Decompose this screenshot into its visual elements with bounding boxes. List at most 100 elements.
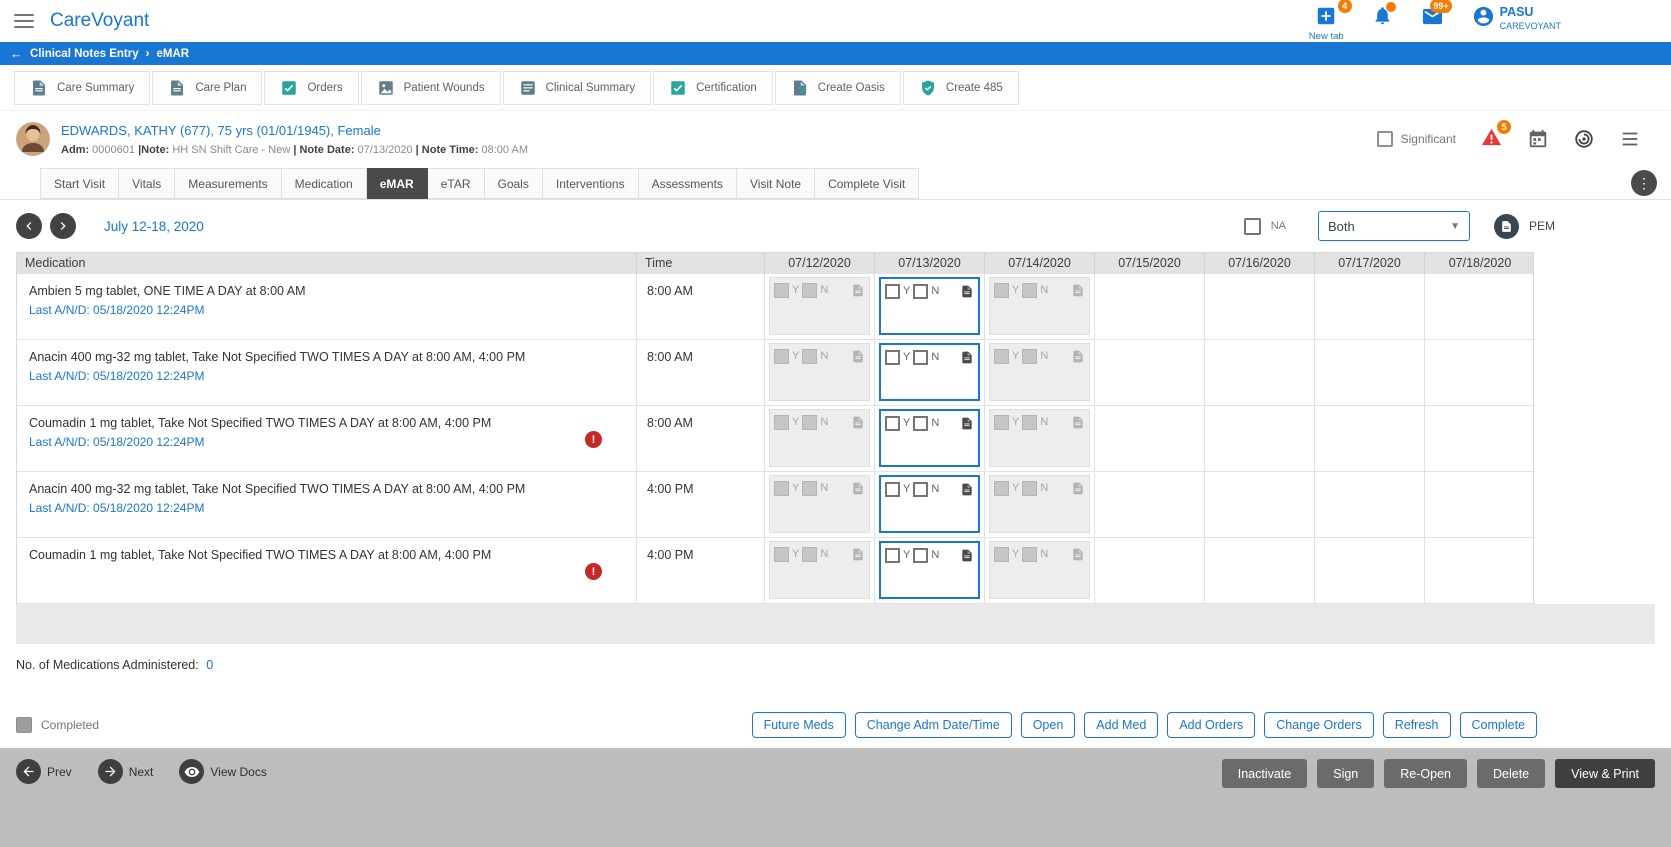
pem-button[interactable] <box>1493 213 1519 239</box>
day-cell-07-18-2020 <box>1425 406 1535 472</box>
administered-no-checkbox[interactable] <box>913 284 929 299</box>
messages-button[interactable]: 99+ <box>1421 0 1452 31</box>
tab-medication[interactable]: Medication <box>281 168 367 199</box>
care-summary-button[interactable]: Care Summary <box>14 70 151 105</box>
change-orders-button[interactable]: Change Orders <box>1264 712 1374 738</box>
menu-lines-icon[interactable] <box>1619 128 1641 150</box>
view-print-button[interactable]: View & Print <box>1555 759 1655 788</box>
prev-button[interactable]: Prev <box>16 759 72 784</box>
document-icon[interactable] <box>960 284 974 299</box>
administered-yes-checkbox[interactable] <box>885 416 900 431</box>
next-week-button[interactable] <box>50 213 76 239</box>
user-org: CAREVOYANT <box>1499 21 1561 31</box>
patient-detail-value: HH SN Shift Care - New <box>172 143 294 156</box>
orders-button[interactable]: Orders <box>264 70 359 105</box>
no-label: N <box>820 416 829 428</box>
last-and-link[interactable]: Last A/N/D: 05/18/2020 12:24PM <box>29 303 624 317</box>
schedule-grid-icon[interactable] <box>1527 128 1549 150</box>
tab-assessments[interactable]: Assessments <box>638 168 737 199</box>
administered-yes-checkbox[interactable] <box>885 350 900 365</box>
new-tab-button[interactable]: 4 New tab <box>1309 0 1352 42</box>
last-and-link[interactable]: Last A/N/D: 05/18/2020 12:24PM <box>29 369 624 383</box>
tab-complete-visit[interactable]: Complete Visit <box>815 168 920 199</box>
tab-visit-note[interactable]: Visit Note <box>736 168 816 199</box>
create-oasis-label: Create Oasis <box>817 81 885 94</box>
administration-box: YN <box>769 409 870 467</box>
administered-yes-checkbox <box>994 481 1009 496</box>
next-button[interactable]: Next <box>97 759 153 784</box>
add-med-button[interactable]: Add Med <box>1084 712 1159 738</box>
administered-no-checkbox <box>1022 547 1038 562</box>
re-open-button[interactable]: Re-Open <box>1384 759 1467 788</box>
patient-wounds-button[interactable]: Patient Wounds <box>360 70 501 105</box>
administered-no-checkbox <box>1022 283 1038 298</box>
clinical-summary-button[interactable]: Clinical Summary <box>502 70 652 105</box>
column-header-07-18-2020: 07/18/2020 <box>1448 256 1512 270</box>
document-icon[interactable] <box>960 416 974 431</box>
tab-vitals[interactable]: Vitals <box>119 168 176 199</box>
tab-etar[interactable]: eTAR <box>427 168 485 199</box>
change-adm-date-time-button[interactable]: Change Adm Date/Time <box>854 712 1012 738</box>
alerts-button[interactable]: 5 <box>1480 120 1511 152</box>
last-and-link[interactable]: Last A/N/D: 05/18/2020 12:24PM <box>29 501 624 515</box>
administered-no-checkbox[interactable] <box>913 416 929 431</box>
notifications-button[interactable] <box>1372 2 1396 29</box>
more-options-button[interactable]: ⋮ <box>1631 170 1657 196</box>
create-485-button[interactable]: Create 485 <box>902 70 1019 105</box>
care-plan-button[interactable]: Care Plan <box>152 70 263 105</box>
administered-yes-checkbox[interactable] <box>885 548 900 563</box>
administration-box[interactable]: YN <box>879 409 980 467</box>
bottom-bar: Prev Next View Docs Inactivate Sign Re-Open D… <box>0 748 1671 847</box>
refresh-button[interactable]: Refresh <box>1382 712 1451 738</box>
document-icon[interactable] <box>960 350 974 365</box>
na-checkbox[interactable] <box>1243 217 1261 235</box>
medication-name: Ambien 5 mg tablet, ONE TIME A DAY at 8:… <box>29 284 306 298</box>
tab-goals[interactable]: Goals <box>484 168 543 199</box>
hamburger-menu-icon[interactable] <box>14 14 34 28</box>
document-icon <box>851 349 865 364</box>
administered-no-checkbox[interactable] <box>913 350 929 365</box>
medications-administered-count[interactable]: 0 <box>206 658 213 672</box>
medications-administered-label: No. of Medications Administered: <box>16 658 199 672</box>
back-arrow-icon[interactable]: ← <box>10 47 23 60</box>
previous-week-button[interactable] <box>16 213 42 239</box>
administered-yes-checkbox[interactable] <box>885 284 900 299</box>
administered-no-checkbox[interactable] <box>913 548 929 563</box>
certification-button[interactable]: Certification <box>653 70 773 105</box>
completed-checkbox[interactable] <box>16 717 32 733</box>
no-label: N <box>820 482 829 494</box>
table-empty-area <box>16 604 1655 644</box>
view-docs-button[interactable]: View Docs <box>179 759 267 784</box>
open-button[interactable]: Open <box>1020 712 1076 738</box>
tab-interventions[interactable]: Interventions <box>542 168 639 199</box>
inactivate-button[interactable]: Inactivate <box>1221 759 1308 788</box>
user-menu[interactable]: PASU CAREVOYANT <box>1472 5 1561 31</box>
tab-bar: Start Visit Vitals Measurements Medication e… <box>0 167 1671 200</box>
tab-measurements[interactable]: Measurements <box>175 168 282 199</box>
administration-box[interactable]: YN <box>879 277 980 335</box>
administration-box[interactable]: YN <box>879 343 980 401</box>
mar-table-header: Medication Time 07/12/2020 07/13/2020 07/14/… <box>17 253 1533 274</box>
document-icon[interactable] <box>960 482 974 497</box>
delete-button[interactable]: Delete <box>1477 759 1546 788</box>
sign-button[interactable]: Sign <box>1317 759 1375 788</box>
future-meds-button[interactable]: Future Meds <box>751 712 846 738</box>
administration-box[interactable]: YN <box>879 541 980 599</box>
document-icon[interactable] <box>960 548 974 563</box>
spiral-icon[interactable] <box>1573 128 1595 150</box>
last-and-link[interactable]: Last A/N/D: 05/18/2020 12:24PM <box>29 435 624 449</box>
med-filter-select[interactable]: Both ▼ <box>1317 211 1470 241</box>
medication-row: Coumadin 1 mg tablet, Take Not Specified… <box>17 406 1535 472</box>
tab-emar[interactable]: eMAR <box>366 168 428 199</box>
create-oasis-button[interactable]: Create Oasis <box>774 70 901 105</box>
administered-yes-checkbox[interactable] <box>885 482 900 497</box>
significant-checkbox[interactable] <box>1376 131 1393 147</box>
day-cell-07-14-2020: YN <box>985 472 1095 538</box>
complete-button[interactable]: Complete <box>1459 712 1537 738</box>
add-orders-button[interactable]: Add Orders <box>1167 712 1256 738</box>
administration-box[interactable]: YN <box>879 475 980 533</box>
breadcrumb-section[interactable]: Clinical Notes Entry <box>30 48 139 60</box>
patient-name[interactable]: EDWARDS, KATHY (677), 75 yrs (01/01/1945… <box>61 123 1377 138</box>
tab-start-visit[interactable]: Start Visit <box>40 168 120 199</box>
administered-no-checkbox[interactable] <box>913 482 929 497</box>
